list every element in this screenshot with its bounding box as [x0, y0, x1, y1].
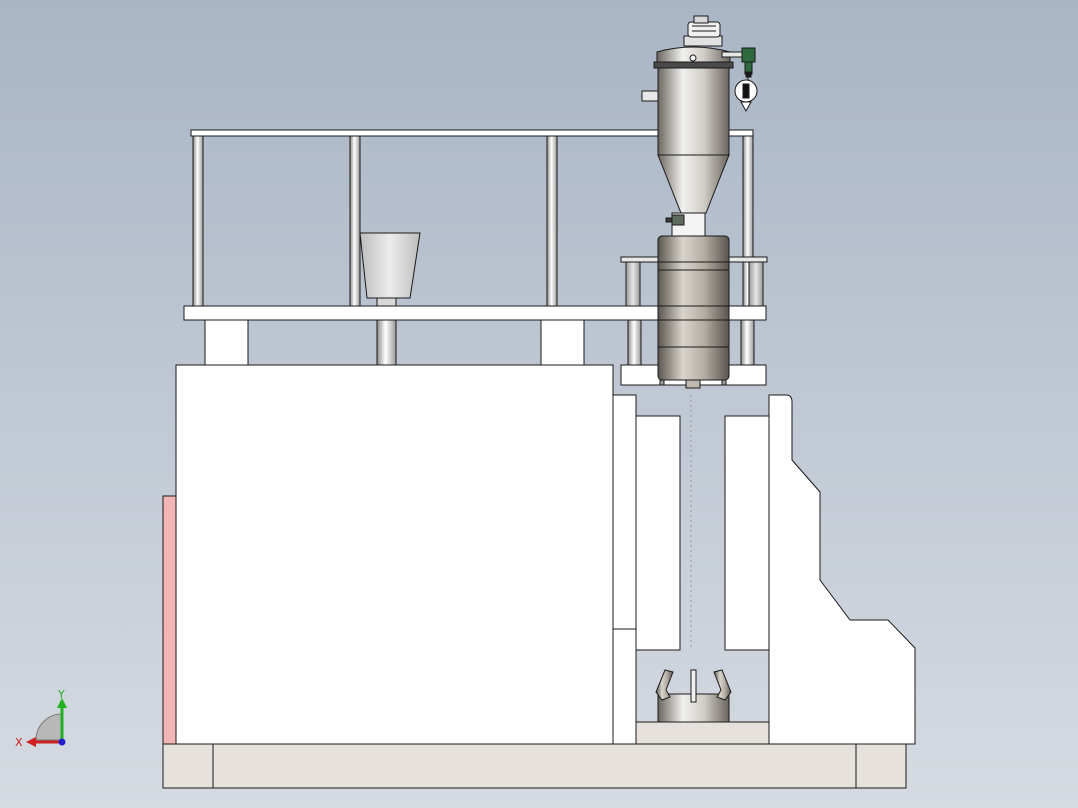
railing-post-2	[349, 135, 361, 307]
flap-valve-body	[671, 214, 685, 226]
flap-valve-stem	[665, 217, 673, 223]
machine-assembly-drawing[interactable]: Y X	[0, 0, 1078, 808]
stand-leg-left	[625, 261, 641, 307]
loader-side-inlet	[641, 90, 659, 102]
motor-housing	[687, 21, 721, 38]
motor-cap	[693, 15, 709, 24]
cabinet-door-upper	[612, 394, 637, 630]
receiver-tank-body	[657, 235, 730, 381]
railing-post-1	[192, 135, 204, 307]
x-axis-label: X	[15, 736, 23, 749]
support-post-right-a	[627, 319, 642, 366]
railing-post-3	[546, 135, 558, 307]
loader-ring	[653, 61, 734, 69]
gripper-rod	[690, 669, 697, 703]
hopper-body	[359, 232, 421, 299]
receiver-foot-right	[721, 379, 727, 386]
receiver-foot-left	[659, 379, 665, 386]
cad-viewport[interactable]: Y X	[0, 0, 1078, 808]
gripper-fixture[interactable]	[655, 669, 732, 723]
receiver-tank[interactable]	[657, 235, 730, 389]
base-foot-right	[855, 743, 907, 789]
guide-panel-left[interactable]	[635, 415, 681, 651]
support-block-left	[204, 319, 249, 366]
receiver-outlet	[685, 379, 701, 389]
guide-panel-right[interactable]	[724, 415, 770, 651]
y-axis-label: Y	[57, 688, 65, 701]
stand-leg-right	[748, 261, 764, 307]
base-plate	[162, 743, 907, 789]
cabinet-side-highlight	[162, 495, 177, 745]
green-valve-body	[741, 47, 756, 63]
support-column-center	[376, 319, 397, 366]
support-block-mid	[540, 319, 585, 366]
z-axis-dot-icon	[58, 738, 66, 746]
base-center-step	[635, 721, 771, 745]
support-post-right-b	[740, 319, 755, 366]
valve-nut	[745, 71, 752, 78]
loader-cylinder	[657, 65, 730, 156]
base-foot-left	[162, 743, 214, 789]
cabinet-door-lower	[612, 628, 637, 745]
main-cabinet[interactable]	[162, 364, 637, 745]
loader-label-dot	[689, 54, 697, 62]
cabinet-body	[175, 364, 614, 745]
gauge-needle	[742, 83, 750, 99]
hopper-neck	[376, 297, 397, 307]
